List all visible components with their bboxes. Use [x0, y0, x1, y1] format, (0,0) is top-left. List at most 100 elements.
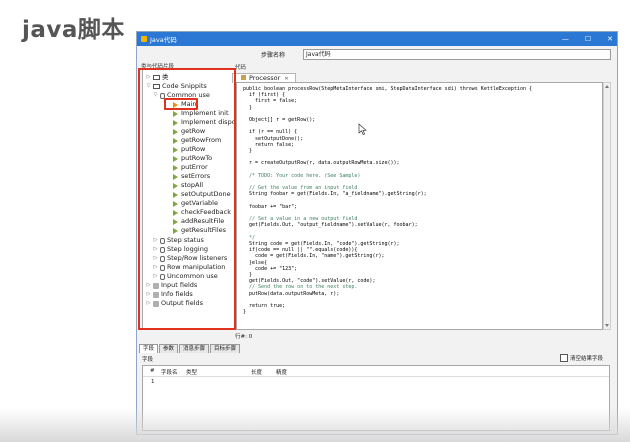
group-icon: [160, 273, 165, 280]
scroll-down-icon[interactable]: [605, 324, 609, 327]
group-icon: [160, 255, 165, 262]
code-line: r = createOutputRow(r, data.outputRowMet…: [243, 160, 400, 167]
code-editor[interactable]: public boolean processRow(StepMetaInterf…: [236, 82, 603, 330]
snippet-icon: [173, 164, 178, 171]
snippet-icon: [173, 173, 178, 180]
code-line: }: [243, 309, 247, 316]
mouse-cursor-icon: [358, 123, 367, 135]
expand-icon[interactable]: ▷: [153, 236, 158, 245]
maximize-icon[interactable]: ☐: [585, 35, 591, 43]
tree-field-group[interactable]: ▷ Info fields: [146, 290, 193, 299]
tree-item[interactable]: setOutputDone: [173, 190, 231, 199]
table-row[interactable]: 1: [151, 379, 155, 385]
code-line: return true;: [243, 303, 286, 309]
expand-icon[interactable]: ▷: [146, 299, 151, 308]
tree-common-use[interactable]: ▽ Common use: [153, 91, 210, 100]
expand-icon[interactable]: ▷: [153, 263, 158, 272]
close-icon[interactable]: ✕: [607, 35, 613, 43]
snippet-icon: [173, 209, 178, 216]
window-title: Java代码: [150, 36, 177, 44]
bottom-shadow: [0, 408, 630, 442]
fields-icon: [153, 291, 159, 298]
tree-group[interactable]: ▷ Step/Row listeners: [153, 254, 228, 263]
tree-item[interactable]: getRowFrom: [173, 136, 221, 145]
snippet-icon: [173, 101, 178, 108]
fields-icon: [153, 300, 159, 307]
tree-item[interactable]: addResultFile: [173, 217, 224, 226]
minimize-icon[interactable]: —: [562, 35, 569, 43]
tree-item[interactable]: putRowTo: [173, 154, 212, 163]
column-header: 类型: [186, 370, 198, 376]
tab-1[interactable]: 参数: [159, 344, 179, 353]
fields-label: 字段: [142, 357, 154, 363]
tree-item[interactable]: getRow: [173, 127, 205, 136]
step-name-row: 步骤名称 Java代码: [137, 49, 617, 61]
tree-item[interactable]: setErrors: [173, 172, 210, 181]
tree-field-group[interactable]: ▷ Input fields: [146, 281, 198, 290]
app-icon: [141, 36, 147, 42]
tree-group[interactable]: ▷ Step status: [153, 236, 204, 245]
tab-0[interactable]: 字段: [139, 344, 159, 353]
snippet-icon: [173, 182, 178, 189]
tree-item[interactable]: Implement dispose: [173, 118, 235, 127]
tree-group[interactable]: ▷ Step logging: [153, 245, 208, 254]
tab-2[interactable]: 消息步骤: [179, 344, 210, 353]
tree-item[interactable]: Main: [173, 100, 197, 109]
expand-icon[interactable]: ▷: [153, 245, 158, 254]
collapse-icon[interactable]: ▽: [146, 82, 151, 91]
snippet-icon: [173, 146, 178, 153]
cursor-position: 行#: 0: [235, 334, 253, 340]
tree-item[interactable]: getResultFiles: [173, 226, 226, 235]
snippets-tree[interactable]: ▷ 类 ▽ Code Snippits ▽ Common use Main Implem…: [142, 69, 236, 329]
expand-icon[interactable]: ▷: [146, 73, 151, 82]
editor-scrollbar[interactable]: [603, 82, 611, 330]
collapse-icon[interactable]: ▽: [153, 91, 158, 100]
tree-item[interactable]: putRow: [173, 145, 205, 154]
code-line: String foobar = get(Fields.In, "a_fieldn…: [243, 191, 427, 198]
tree-field-group[interactable]: ▷ Output fields: [146, 299, 204, 308]
header-divider: [143, 376, 609, 377]
expand-icon[interactable]: ▷: [153, 272, 158, 281]
column-header: 长度: [251, 370, 263, 376]
folder-icon: [153, 84, 160, 89]
step-name-input[interactable]: Java代码: [303, 49, 611, 60]
tree-item[interactable]: Implement init: [173, 109, 229, 118]
snippet-icon: [173, 200, 178, 207]
tree-classes[interactable]: ▷ 类: [146, 73, 169, 82]
code-line: public boolean processRow(StepMetaInterf…: [243, 86, 532, 92]
tree-item[interactable]: putError: [173, 163, 208, 172]
scroll-up-icon[interactable]: [605, 85, 609, 88]
tree-group[interactable]: ▷ Uncommon use: [153, 272, 218, 281]
snippet-icon: [173, 155, 178, 162]
expand-icon[interactable]: ▷: [146, 290, 151, 299]
column-header: 精度: [276, 370, 288, 376]
fields-icon: [153, 282, 159, 289]
group-icon: [160, 264, 165, 271]
tree-item[interactable]: getVariable: [173, 199, 218, 208]
column-header: #: [150, 368, 155, 374]
code-line: }: [243, 104, 253, 111]
clear-result-checkbox[interactable]: [560, 354, 568, 362]
clear-result-fields[interactable]: 清空结果字段: [560, 354, 603, 362]
expand-icon[interactable]: ▷: [153, 254, 158, 263]
tree-item[interactable]: checkFeedback: [173, 208, 231, 217]
code-panel-label: 代码: [235, 65, 247, 71]
window-titlebar: Java代码 — ☐ ✕: [137, 32, 617, 46]
snippet-icon: [173, 110, 178, 117]
java-code-dialog: Java代码 — ☐ ✕ 步骤名称 Java代码 类与代码片段 代码 ▷ 类 ▽ C…: [136, 31, 618, 435]
slide-title: java脚本: [22, 17, 125, 43]
code-line: putRow(data.outputRowMeta, r);: [243, 290, 340, 297]
tree-group[interactable]: ▷ Row manipulation: [153, 263, 226, 272]
step-name-label: 步骤名称: [261, 52, 286, 59]
group-icon: [160, 92, 165, 99]
code-line: /* TODO: Your code here. (See Sample): [243, 172, 361, 179]
folder-icon: [153, 75, 160, 80]
expand-icon[interactable]: ▷: [146, 281, 151, 290]
tab-3[interactable]: 目标步骤: [210, 344, 241, 353]
code-line: foobar += "bar";: [243, 203, 298, 210]
tree-item[interactable]: stopAll: [173, 181, 203, 190]
snippet-icon: [173, 119, 178, 126]
code-line: Object[] r = getRow();: [243, 117, 316, 123]
code-line: }: [243, 148, 253, 154]
tree-code-snippits[interactable]: ▽ Code Snippits: [146, 82, 207, 91]
